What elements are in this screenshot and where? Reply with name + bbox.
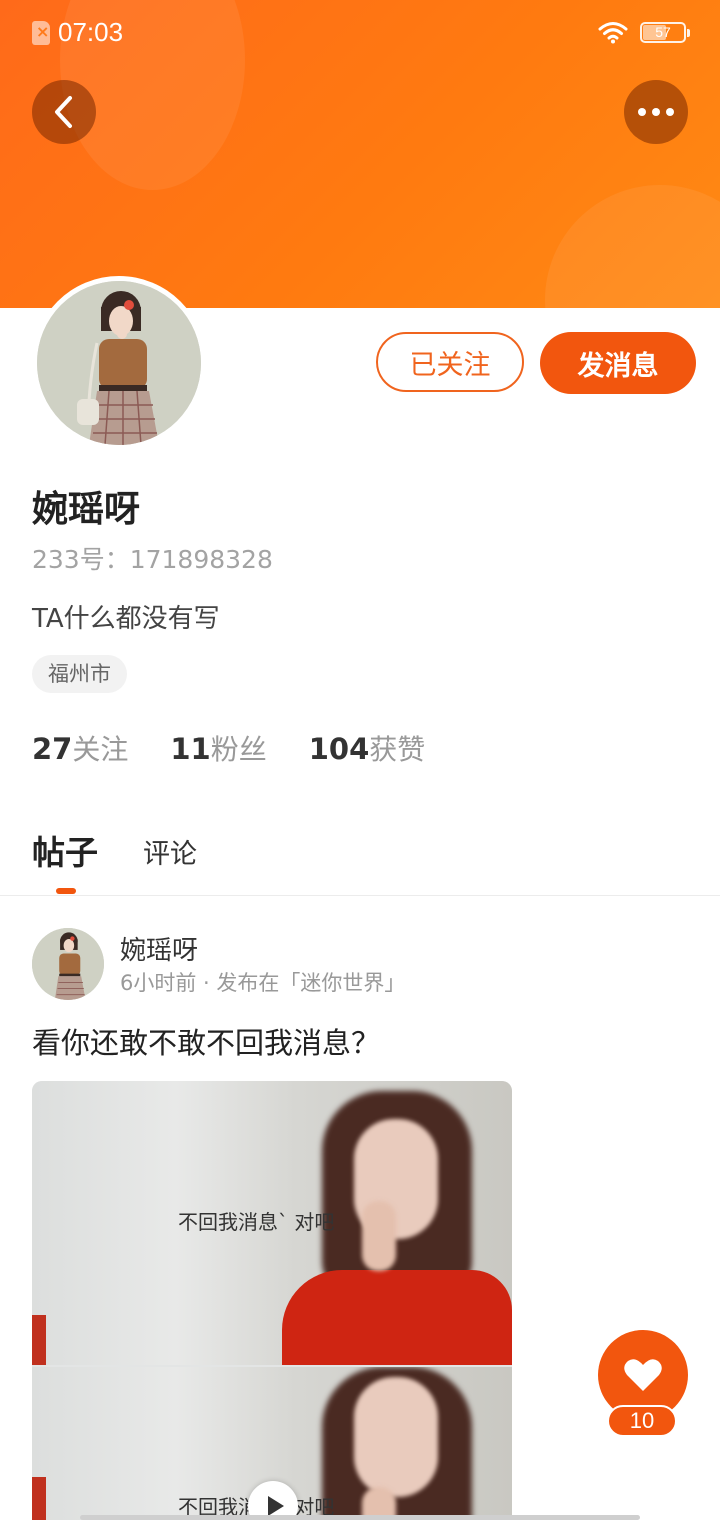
battery-icon: 57 (640, 22, 690, 43)
wifi-icon (598, 22, 628, 44)
post-meta: 6小时前 · 发布在「迷你世界」 (120, 971, 406, 995)
post-author-avatar[interactable] (32, 928, 104, 1000)
back-button[interactable] (32, 80, 96, 144)
chevron-left-icon (55, 96, 72, 128)
video-caption: 不回我消息` 对吧 (178, 1210, 335, 1234)
more-options-button[interactable] (624, 80, 688, 144)
heart-icon (624, 1359, 662, 1391)
divider (0, 895, 720, 896)
battery-percent: 57 (655, 24, 671, 40)
status-time: 07:03 (58, 17, 124, 47)
send-message-button[interactable]: 发消息 (540, 332, 696, 394)
more-dots-icon (638, 108, 674, 116)
no-sim-icon (32, 21, 50, 45)
stat-following-count: 27 (32, 732, 73, 766)
profile-avatar[interactable] (32, 276, 206, 450)
profile-bio: TA什么都没有写 (32, 604, 220, 634)
profile-id: 233号：171898328 (32, 545, 273, 574)
stat-fans-label: 粉丝 (210, 733, 267, 766)
tab-comments[interactable]: 评论 (143, 832, 197, 871)
followed-button[interactable]: 已关注 (376, 332, 524, 392)
status-bar: 07:03 57 (0, 0, 720, 66)
post-author-name[interactable]: 婉瑶呀 (120, 930, 198, 967)
video-frame: 不回我消息` 对吧 (32, 1081, 512, 1365)
stat-fans[interactable]: 11粉丝 (170, 728, 266, 768)
stat-likes-label: 获赞 (369, 733, 426, 766)
post-text[interactable]: 看你还敢不敢不回我消息？ (32, 1020, 380, 1062)
profile-name: 婉瑶呀 (32, 489, 141, 530)
like-count: 10 (607, 1405, 677, 1437)
profile-stats: 27关注 11粉丝 104获赞 (32, 728, 425, 768)
active-tab-indicator (56, 888, 76, 894)
horizontal-scrollbar (80, 1515, 640, 1520)
stat-following-label: 关注 (72, 733, 129, 766)
stat-fans-count: 11 (170, 732, 211, 766)
stat-likes[interactable]: 104获赞 (309, 728, 426, 768)
stat-likes-count: 104 (308, 732, 370, 766)
location-tag[interactable]: 福州市 (32, 655, 127, 693)
avatar-illustration (37, 281, 201, 445)
avatar-illustration (32, 928, 104, 1000)
tab-posts[interactable]: 帖子 (32, 826, 98, 874)
stat-following[interactable]: 27关注 (32, 728, 128, 768)
post-video-thumbnail[interactable]: 不回我消息` 对吧 不回我消息` 对吧 (32, 1081, 512, 1520)
banner-decoration (545, 185, 720, 308)
